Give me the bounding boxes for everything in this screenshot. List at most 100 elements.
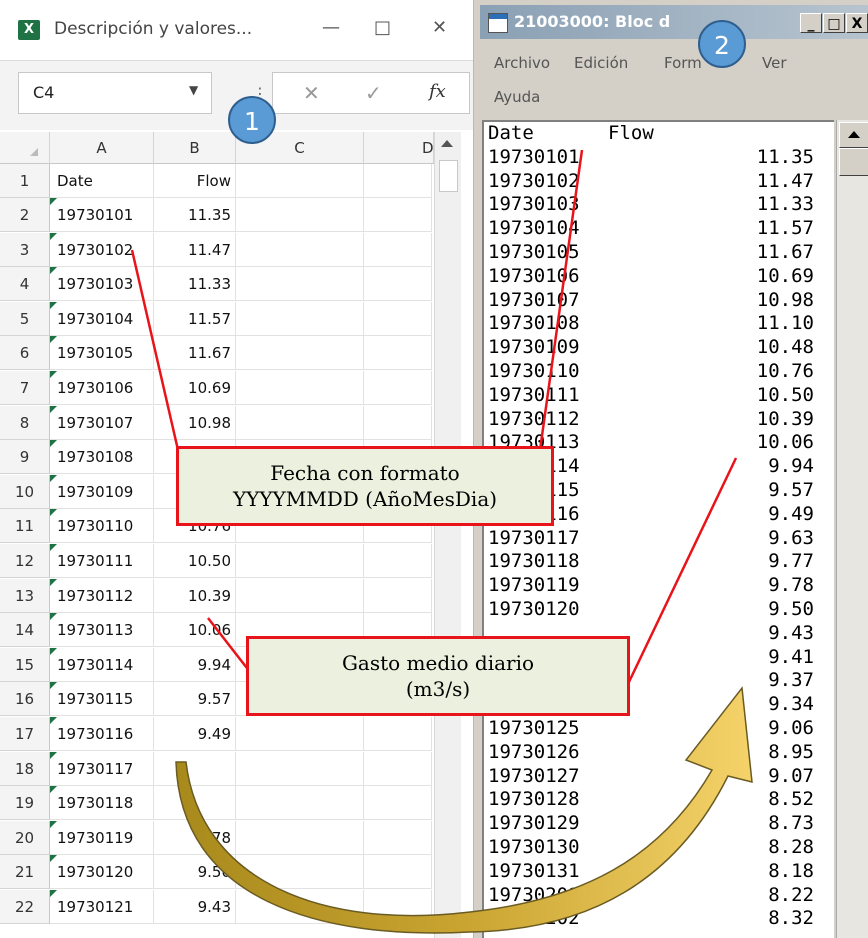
cell[interactable] [364,405,432,440]
cell-date[interactable]: 19730105 [50,336,154,371]
cell[interactable] [364,820,432,855]
cell-date-header[interactable]: Date [50,164,154,198]
row-header[interactable]: 2 [0,198,50,232]
excel-minimize-button[interactable]: — [322,17,340,38]
row-header[interactable]: 4 [0,267,50,302]
cell[interactable] [364,890,432,924]
menu-edit[interactable]: Edición [574,54,628,72]
cell-flow[interactable]: 10.06 [154,613,236,648]
cell[interactable] [236,371,364,405]
row-header[interactable]: 1 [0,164,50,198]
scroll-thumb[interactable] [439,160,458,192]
scroll-up-icon[interactable] [441,140,453,147]
row-header[interactable]: 8 [0,405,50,440]
cell[interactable] [236,198,364,232]
cell-flow[interactable]: 10.69 [154,371,236,405]
notepad-text-area[interactable]: Date Flow 19730101 11.35 19730102 11.47 1973… [482,120,834,938]
column-header-d[interactable]: D [364,132,434,164]
notepad-vertical-scrollbar[interactable] [836,120,868,938]
row-header[interactable]: 11 [0,509,50,544]
cell-date[interactable]: 19730109 [50,474,154,509]
column-header-a[interactable]: A [50,132,154,164]
row-header[interactable]: 5 [0,301,50,336]
row-header[interactable]: 20 [0,820,50,855]
formula-bar[interactable]: ✕ ✓ fx [272,72,470,114]
menu-format[interactable]: Form [664,54,702,72]
cell-flow[interactable]: 9.78 [154,820,236,855]
menu-file[interactable]: Archivo [494,54,550,72]
row-header[interactable]: 12 [0,544,50,578]
enter-icon[interactable]: ✓ [365,81,382,105]
cell-flow[interactable]: 9.49 [154,717,236,751]
cell[interactable] [236,301,364,336]
cell[interactable] [364,717,432,751]
cell-date[interactable]: 19730120 [50,855,154,890]
cell-flow[interactable]: 10.39 [154,578,236,613]
cell-flow[interactable]: 11.35 [154,198,236,232]
cell[interactable] [364,371,432,405]
column-header-b[interactable]: B [154,132,236,164]
cell-date[interactable]: 19730114 [50,647,154,682]
select-all-corner[interactable] [0,132,50,164]
cell[interactable] [236,820,364,855]
cell[interactable] [364,267,432,302]
cell[interactable] [236,578,364,613]
cell[interactable] [236,544,364,578]
cancel-icon[interactable]: ✕ [303,81,320,105]
chevron-down-icon[interactable]: ▼ [189,83,198,97]
cell[interactable] [236,890,364,924]
cell[interactable] [364,164,432,198]
cell-flow[interactable] [154,751,236,786]
cell-date[interactable]: 19730102 [50,232,154,267]
cell[interactable] [236,717,364,751]
row-header[interactable]: 7 [0,371,50,405]
cell-flow[interactable]: 11.67 [154,336,236,371]
cell-flow[interactable]: 9.43 [154,890,236,924]
cell[interactable] [236,855,364,890]
cell-date[interactable]: 19730119 [50,820,154,855]
cell[interactable] [236,232,364,267]
cell[interactable] [236,267,364,302]
menu-help[interactable]: Ayuda [494,88,540,106]
cell[interactable] [364,198,432,232]
menu-view[interactable]: Ver [762,54,787,72]
name-box[interactable]: C4 ▼ [18,72,212,114]
cell-date[interactable]: 19730112 [50,578,154,613]
row-header[interactable]: 18 [0,751,50,786]
cell[interactable] [364,336,432,371]
cell[interactable] [364,786,432,821]
cell[interactable] [236,164,364,198]
cell-flow-header[interactable]: Flow [154,164,236,198]
cell-date[interactable]: 19730108 [50,440,154,475]
cell[interactable] [364,855,432,890]
row-header[interactable]: 9 [0,440,50,475]
cell-date[interactable]: 19730117 [50,751,154,786]
row-header[interactable]: 13 [0,578,50,613]
cell-flow[interactable]: 9.94 [154,647,236,682]
row-header[interactable]: 10 [0,474,50,509]
insert-function-icon[interactable]: fx [429,81,446,102]
notepad-maximize-button[interactable]: □ [823,13,845,33]
cell[interactable] [364,578,432,613]
row-header[interactable]: 16 [0,682,50,717]
excel-maximize-button[interactable]: □ [374,17,391,38]
cell-flow[interactable]: 11.33 [154,267,236,302]
cell-date[interactable]: 19730115 [50,682,154,717]
cell-date[interactable]: 19730107 [50,405,154,440]
cell[interactable] [364,232,432,267]
row-header[interactable]: 17 [0,717,50,751]
cell-date[interactable]: 19730110 [50,509,154,544]
cell[interactable] [364,751,432,786]
row-header[interactable]: 14 [0,613,50,648]
cell-date[interactable]: 19730103 [50,267,154,302]
scroll-thumb[interactable] [839,148,868,176]
cell-date[interactable]: 19730118 [50,786,154,821]
cell-flow[interactable]: 10.50 [154,544,236,578]
notepad-minimize-button[interactable]: _ [800,13,822,33]
cell-flow[interactable]: 11.47 [154,232,236,267]
cell[interactable] [364,544,432,578]
cell-date[interactable]: 19730101 [50,198,154,232]
cell-date[interactable]: 19730111 [50,544,154,578]
cell[interactable] [236,786,364,821]
cell[interactable] [236,405,364,440]
